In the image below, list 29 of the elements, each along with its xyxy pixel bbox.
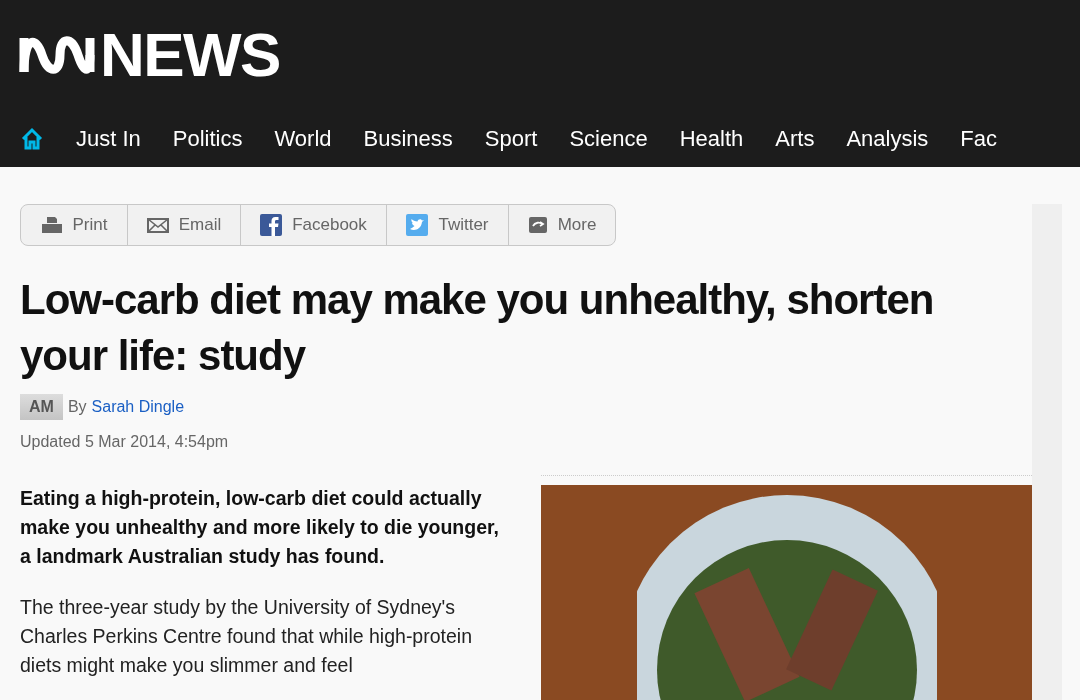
nav-link[interactable]: Just In: [76, 122, 141, 155]
nav-link[interactable]: Business: [363, 122, 453, 155]
nav-link[interactable]: World: [274, 122, 332, 155]
email-button[interactable]: Email: [127, 205, 240, 245]
more-button[interactable]: More: [508, 205, 615, 245]
bird-icon: [406, 214, 429, 236]
envelope-icon: [146, 217, 169, 233]
facebook-button[interactable]: Facebook: [240, 205, 386, 245]
nav-link[interactable]: Sport: [484, 122, 538, 155]
nav-link[interactable]: Health: [679, 122, 744, 155]
logo-text: NEWS: [100, 24, 280, 86]
twitter-button[interactable]: Twitter: [386, 205, 508, 245]
facebook-icon: [260, 214, 283, 236]
nav-link[interactable]: Arts: [775, 122, 815, 155]
lead-paragraph: Eating a high-protein, low-carb diet could actually make you unhealthy and more likely to die younger, a landmark Australian study has found.: [20, 486, 500, 569]
body-paragraph: The three-year study by the University of Sydney's Charles Perkins Centre found that while high-protein diets might make you slimmer and feel: [20, 595, 473, 678]
byline-label: By: [67, 397, 87, 417]
article-title: Low-carb diet may make you unhealthy, shorten your life: study: [20, 275, 935, 381]
print-button[interactable]: Print: [21, 205, 127, 245]
home-icon[interactable]: [20, 126, 44, 151]
printer-icon: [40, 216, 63, 234]
updated-date: Updated 5 Mar 2014, 4:54pm: [20, 432, 230, 452]
nav-link[interactable]: Politics: [172, 122, 243, 155]
program-badge: AM: [20, 394, 63, 420]
nav-link[interactable]: Analysis: [846, 122, 929, 155]
nav-link[interactable]: Science: [569, 122, 648, 155]
share-icon: [527, 216, 548, 234]
author-link[interactable]: Sarah Dingle: [91, 395, 185, 419]
nav-link[interactable]: Fac: [960, 122, 998, 155]
